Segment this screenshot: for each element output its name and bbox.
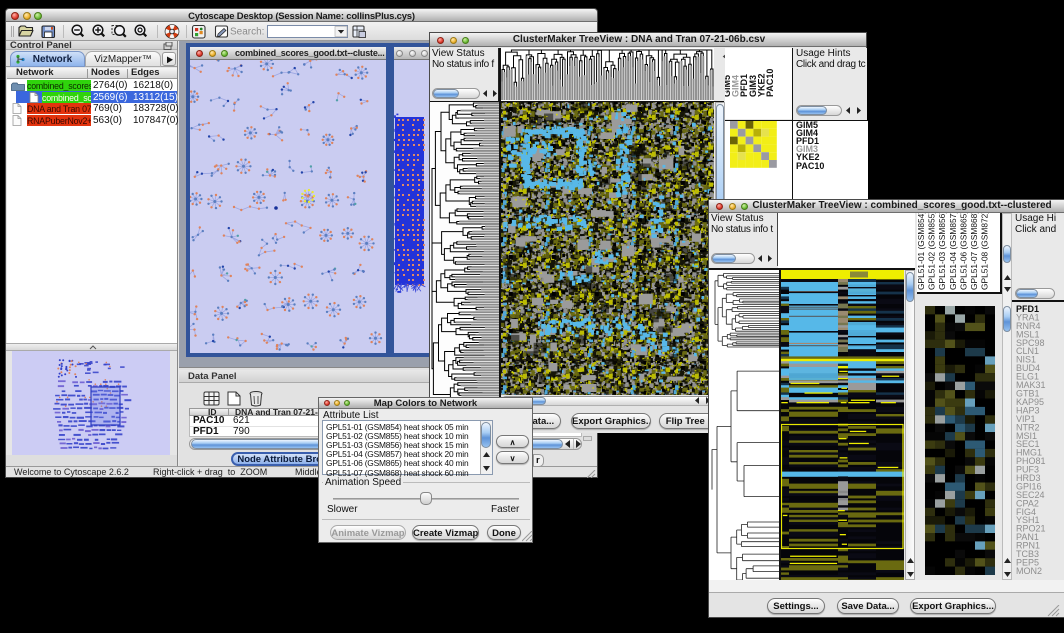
svg-text:PAC10: PAC10 xyxy=(765,69,775,97)
svg-text:GPL51-04 (GSM857): GPL51-04 (GSM857) xyxy=(948,213,958,290)
svg-text:GPL51-03 (GSM856): GPL51-03 (GSM856) xyxy=(937,213,947,290)
svg-text:GPL51-01 (GSM854): GPL51-01 (GSM854) xyxy=(917,213,926,290)
svg-text:GPL51-02 (GSM855): GPL51-02 (GSM855) xyxy=(927,213,937,290)
svg-text:GPL51-06 (GSM865): GPL51-06 (GSM865) xyxy=(958,213,968,290)
svg-text:GPL51-08 (GSM872): GPL51-08 (GSM872) xyxy=(980,213,990,290)
svg-text:Search:: Search: xyxy=(230,27,264,38)
svg-text:MON2: MON2 xyxy=(1016,566,1042,576)
svg-text:GPL51-07 (GSM868): GPL51-07 (GSM868) xyxy=(969,213,979,290)
